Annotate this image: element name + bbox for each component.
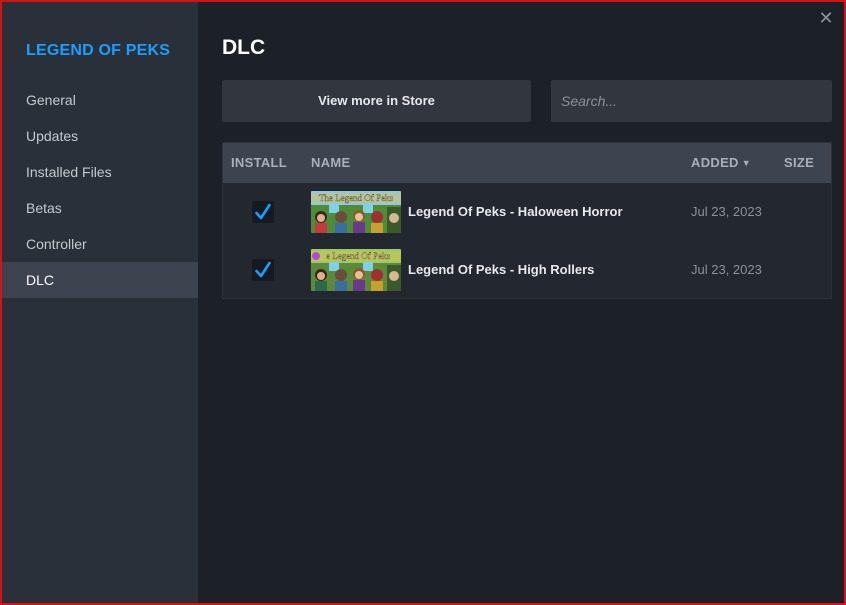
table-header: INSTALL NAME ADDED ▼ SIZE xyxy=(223,143,831,183)
checkmark-icon xyxy=(255,203,271,220)
thumb-caption: The Legend Of Peks xyxy=(319,193,394,203)
dlc-name: Legend Of Peks - High Rollers xyxy=(408,262,595,277)
sidebar: LEGEND OF PEKS General Updates Installed… xyxy=(2,2,198,603)
dlc-thumbnail: The Legend Of Peks xyxy=(311,191,401,233)
column-header-name[interactable]: NAME xyxy=(311,143,350,183)
install-checkbox[interactable] xyxy=(252,259,274,281)
thumb-caption: e Legend Of Peks xyxy=(326,251,391,261)
main-panel: ✕ DLC View more in Store INSTALL NAME AD… xyxy=(198,2,844,603)
column-header-added-label: ADDED xyxy=(691,155,739,170)
dlc-name: Legend Of Peks - Haloween Horror xyxy=(408,204,623,219)
sidebar-item-betas[interactable]: Betas xyxy=(2,190,198,226)
dlc-thumbnail: e Legend Of Peks xyxy=(311,249,401,291)
sidebar-item-dlc[interactable]: DLC xyxy=(2,262,198,298)
sort-descending-icon: ▼ xyxy=(741,158,751,168)
column-header-install[interactable]: INSTALL xyxy=(231,143,287,183)
table-row[interactable]: e Legend Of Peks Legend Of Peks - High R… xyxy=(223,241,831,299)
page-title: DLC xyxy=(222,36,266,59)
sidebar-item-general[interactable]: General xyxy=(2,82,198,118)
sidebar-nav: General Updates Installed Files Betas Co… xyxy=(2,82,198,298)
checkmark-icon xyxy=(255,261,271,278)
install-checkbox[interactable] xyxy=(252,201,274,223)
column-header-added[interactable]: ADDED ▼ xyxy=(691,143,751,183)
dlc-added-date: Jul 23, 2023 xyxy=(691,262,762,277)
search-input[interactable] xyxy=(551,80,832,122)
view-more-in-store-button[interactable]: View more in Store xyxy=(222,80,531,122)
table-row[interactable]: The Legend Of Peks Legend Of Peks - Halo… xyxy=(223,183,831,241)
game-title: LEGEND OF PEKS xyxy=(26,42,171,59)
close-icon[interactable]: ✕ xyxy=(816,8,836,28)
sidebar-item-updates[interactable]: Updates xyxy=(2,118,198,154)
dlc-table: INSTALL NAME ADDED ▼ SIZE The Legend Of P… xyxy=(222,142,832,299)
column-header-size[interactable]: SIZE xyxy=(784,143,814,183)
sidebar-item-controller[interactable]: Controller xyxy=(2,226,198,262)
sidebar-item-installed-files[interactable]: Installed Files xyxy=(2,154,198,190)
dlc-added-date: Jul 23, 2023 xyxy=(691,204,762,219)
